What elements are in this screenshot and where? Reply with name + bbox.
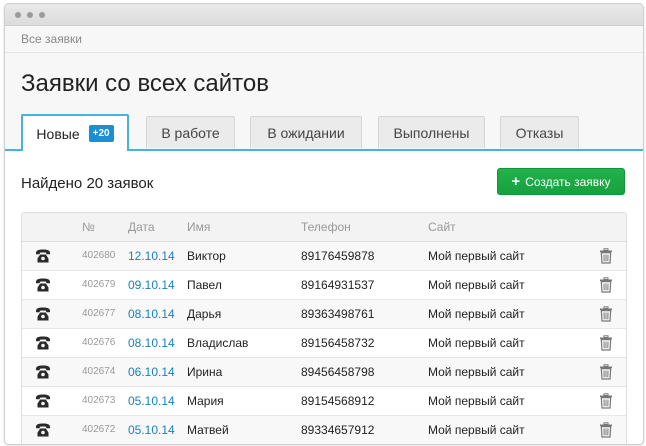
table-body: 402680 12.10.14 Виктор 89176459878 Мой п… [22,242,626,444]
tab-label: В работе [161,124,220,141]
phone-icon[interactable] [35,364,51,380]
plus-icon: + [511,172,521,190]
trash-icon[interactable] [599,277,613,293]
tab-label: В ожидании [267,124,345,141]
request-date-link[interactable]: 08.10.14 [128,307,175,321]
site-name: Мой первый сайт [428,423,525,437]
phone-icon[interactable] [35,277,51,293]
page-title: Заявки со всех сайтов [21,70,269,97]
tab-label: Выполнены [393,124,470,141]
phone-icon[interactable] [35,422,51,438]
column-header-date: Дата [128,220,155,234]
site-name: Мой первый сайт [428,278,525,292]
page-header: Заявки со всех сайтов Новые +20 В работе… [5,53,643,151]
client-name: Владислав [187,336,249,350]
window-titlebar [5,4,643,26]
client-name: Ирина [187,365,223,379]
table-row[interactable]: 402679 09.10.14 Павел 89164931537 Мой пе… [22,271,626,300]
window-dot-icon [39,12,45,18]
client-phone: 89334657912 [301,423,375,437]
client-name: Павел [187,278,222,292]
trash-icon[interactable] [599,248,613,264]
phone-icon[interactable] [35,306,51,322]
site-name: Мой первый сайт [428,249,525,263]
table-row[interactable]: 402672 05.10.14 Матвей 89334657912 Мой п… [22,416,626,444]
client-phone: 89176459878 [301,249,375,263]
site-name: Мой первый сайт [428,365,525,379]
tab-label: Отказы [515,124,564,141]
column-header-site: Сайт [428,220,456,234]
results-count: Найдено 20 заявок [21,175,154,192]
request-id: 402680 [82,250,116,261]
breadcrumb[interactable]: Все заявки [21,32,82,46]
request-date-link[interactable]: 08.10.14 [128,336,175,350]
tab-label: Новые [36,125,80,142]
site-name: Мой первый сайт [428,394,525,408]
site-name: Мой первый сайт [428,307,525,321]
requests-table: № Дата Имя Телефон Сайт 402680 12.10.14 … [21,212,627,444]
request-id: 402679 [82,279,116,290]
client-phone: 89156458732 [301,336,375,350]
request-date-link[interactable]: 05.10.14 [128,423,175,437]
request-id: 402676 [82,337,116,348]
table-header: № Дата Имя Телефон Сайт [22,213,626,242]
request-date-link[interactable]: 12.10.14 [128,249,175,263]
phone-icon[interactable] [35,248,51,264]
request-id: 402674 [82,366,116,377]
site-name: Мой первый сайт [428,336,525,350]
window-dot-icon [15,12,21,18]
request-date-link[interactable]: 09.10.14 [128,278,175,292]
client-name: Дарья [187,307,222,321]
trash-icon[interactable] [599,364,613,380]
client-phone: 89363498761 [301,307,375,321]
table-row[interactable]: 402674 06.10.14 Ирина 89456458798 Мой пе… [22,358,626,387]
request-id: 402673 [82,395,116,406]
request-date-link[interactable]: 06.10.14 [128,365,175,379]
tab-new[interactable]: Новые +20 [21,114,129,151]
tab-in-progress[interactable]: В работе [146,116,235,148]
tab-waiting[interactable]: В ожидании [250,116,362,148]
create-request-label: Создать заявку [525,174,611,189]
trash-icon[interactable] [599,393,613,409]
phone-icon[interactable] [35,335,51,351]
client-name: Матвей [187,423,229,437]
request-id: 402672 [82,424,116,435]
table-row[interactable]: 402680 12.10.14 Виктор 89176459878 Мой п… [22,242,626,271]
create-request-button[interactable]: + Создать заявку [497,168,625,195]
trash-icon[interactable] [599,422,613,438]
table-row[interactable]: 402677 08.10.14 Дарья 89363498761 Мой пе… [22,300,626,329]
trash-icon[interactable] [599,335,613,351]
table-row[interactable]: 402673 05.10.14 Мария 89154568912 Мой пе… [22,387,626,416]
browser-window: Все заявки Заявки со всех сайтов Новые +… [4,3,644,445]
client-phone: 89154568912 [301,394,375,408]
tab-completed[interactable]: Выполнены [378,116,485,148]
window-dot-icon [27,12,33,18]
column-header-name: Имя [187,220,211,234]
tab-rejected[interactable]: Отказы [500,116,579,148]
client-name: Мария [187,394,224,408]
phone-icon[interactable] [35,393,51,409]
trash-icon[interactable] [599,306,613,322]
table-row[interactable]: 402676 08.10.14 Владислав 89156458732 Мо… [22,329,626,358]
request-date-link[interactable]: 05.10.14 [128,394,175,408]
new-count-badge: +20 [88,125,114,142]
breadcrumb-bar: Все заявки [5,26,643,53]
column-header-phone: Телефон [301,220,351,234]
client-phone: 89456458798 [301,365,375,379]
client-phone: 89164931537 [301,278,375,292]
request-id: 402677 [82,308,116,319]
column-header-number: № [82,220,95,234]
client-name: Виктор [187,249,226,263]
